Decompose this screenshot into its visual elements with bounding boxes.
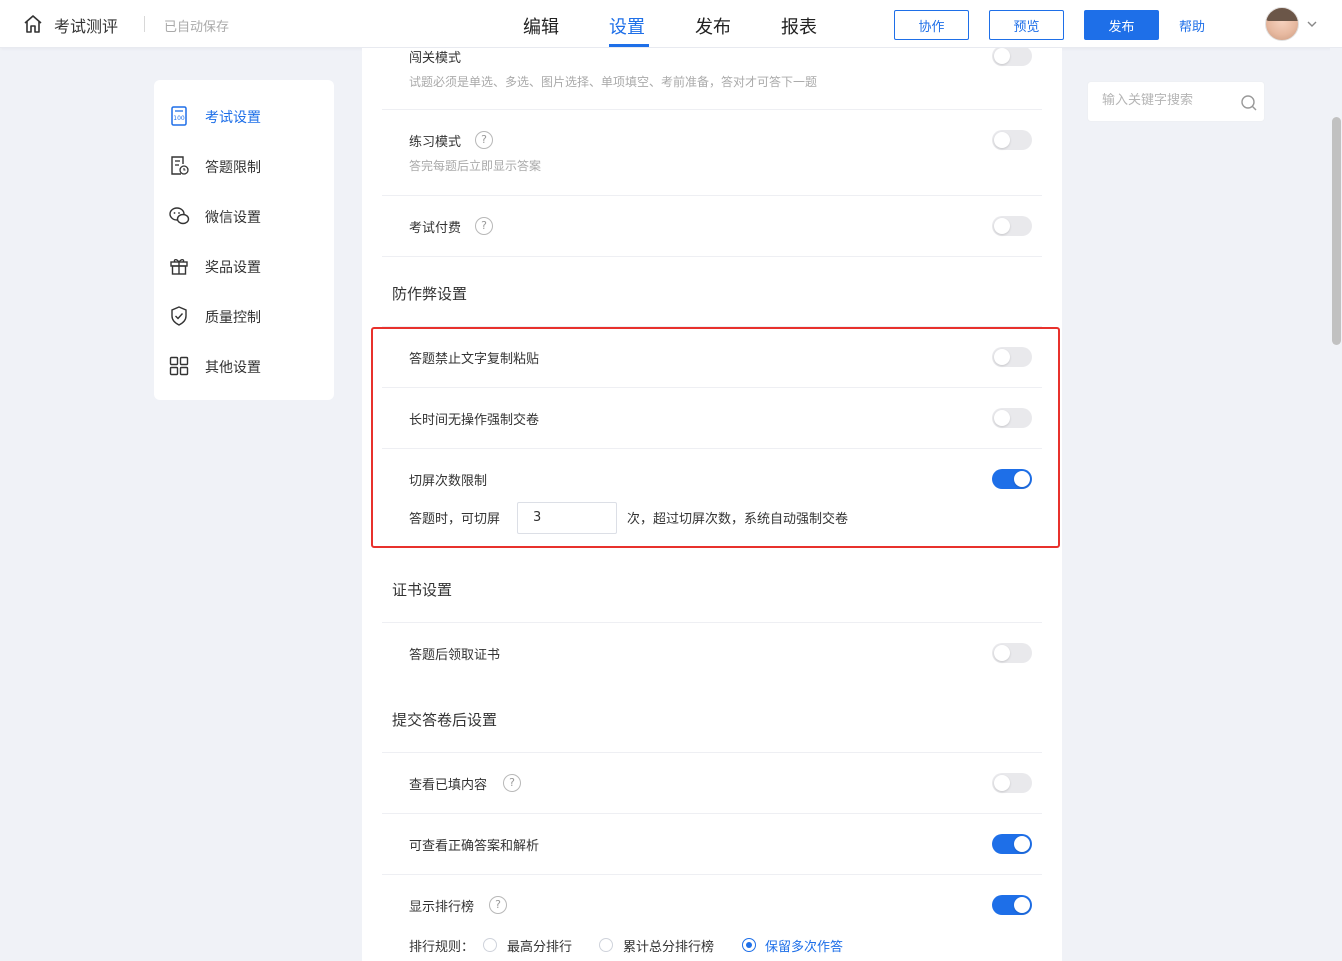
setting-label: 闯关模式: [409, 51, 462, 66]
setting-description: 试题必须是单选、多选、图片选择、单项填空、考前准备，答对才可答下一题: [409, 75, 818, 89]
top-bar: 考试测评 已自动保存 编辑 设置 发布 报表 协作 预览 发布 帮助: [0, 0, 1342, 48]
search-input[interactable]: [1102, 93, 1232, 108]
settings-panel: 闯关模式 试题必须是单选、多选、图片选择、单项填空、考前准备，答对才可答下一题 …: [362, 48, 1062, 961]
tab-settings[interactable]: 设置: [609, 13, 645, 39]
setting-label: 练习模式: [409, 135, 462, 150]
view-filled-toggle[interactable]: [992, 773, 1032, 793]
setting-label: 显示排行榜: [409, 900, 475, 915]
tab-publish[interactable]: 发布: [695, 13, 731, 39]
setting-label: 查看已填内容: [409, 778, 488, 793]
rank-option-highest-radio[interactable]: [483, 938, 497, 952]
setting-row-view-answers: 可查看正确答案和解析: [382, 814, 1042, 875]
svg-text:100: 100: [173, 115, 185, 122]
search-box: [1087, 81, 1265, 122]
highlight-annotation-box: [371, 327, 1060, 548]
exam-paper-icon: 100: [171, 106, 187, 126]
rank-option-label[interactable]: 累计总分排行榜: [623, 936, 714, 955]
sidebar-item-exam-settings[interactable]: 100 考试设置: [154, 95, 334, 135]
rank-rule-label: 排行规则：: [409, 940, 475, 955]
practice-mode-toggle[interactable]: [992, 130, 1032, 150]
rank-option-label[interactable]: 最高分排行: [507, 936, 572, 955]
sidebar-item-answer-limit[interactable]: 答题限制: [154, 145, 334, 185]
active-tab-indicator: [609, 44, 649, 47]
search-icon[interactable]: [1240, 94, 1258, 112]
setting-label: 答题后领取证书: [409, 648, 501, 663]
sidebar-item-quality[interactable]: 质量控制: [154, 295, 334, 335]
settings-menu: 100 考试设置 答题限制 微信设置 奖品设置 质量控制 其他设置: [154, 80, 334, 400]
setting-row-practice-mode: 练习模式 ? 答完每题后立即显示答案: [382, 110, 1042, 196]
sidebar-item-wechat[interactable]: 微信设置: [154, 195, 334, 235]
certificate-toggle[interactable]: [992, 643, 1032, 663]
sidebar-item-label: 微信设置: [205, 210, 261, 226]
sidebar-item-label: 其他设置: [205, 360, 261, 376]
publish-button[interactable]: 发布: [1084, 10, 1159, 40]
setting-row-level-mode: 闯关模式 试题必须是单选、多选、图片选择、单项填空、考前准备，答对才可答下一题: [382, 48, 1042, 110]
shield-icon: [171, 306, 187, 326]
help-question-icon[interactable]: ?: [489, 896, 507, 914]
grid-apps-icon: [169, 356, 189, 376]
collaborate-button[interactable]: 协作: [894, 10, 969, 40]
wechat-icon: [169, 207, 190, 225]
app-title: 考试测评: [54, 17, 119, 36]
setting-description: 答完每题后立即显示答案: [409, 159, 542, 173]
sidebar-item-prizes[interactable]: 奖品设置: [154, 245, 334, 285]
section-title-after-submit: 提交答卷后设置: [392, 711, 498, 729]
sidebar-item-label: 考试设置: [205, 110, 261, 126]
help-link[interactable]: 帮助: [1179, 16, 1205, 35]
rank-option-cumulative-radio[interactable]: [599, 938, 613, 952]
rank-option-label[interactable]: 保留多次作答: [765, 936, 843, 955]
help-question-icon[interactable]: ?: [503, 774, 521, 792]
rank-option-multiple-radio[interactable]: [742, 938, 756, 952]
sidebar-item-label: 质量控制: [205, 310, 261, 326]
answer-limit-icon: [171, 156, 189, 175]
tab-edit[interactable]: 编辑: [523, 13, 559, 39]
sidebar-item-label: 答题限制: [205, 160, 261, 176]
scrollbar-thumb[interactable]: [1332, 117, 1341, 345]
setting-label: 可查看正确答案和解析: [409, 839, 540, 854]
setting-row-view-filled: 查看已填内容 ?: [382, 753, 1042, 814]
view-answers-toggle[interactable]: [992, 834, 1032, 854]
leaderboard-toggle[interactable]: [992, 895, 1032, 915]
setting-row-exam-fee: 考试付费 ?: [382, 196, 1042, 257]
setting-label: 考试付费: [409, 221, 462, 236]
section-title-anti-cheat: 防作弊设置: [392, 285, 468, 303]
section-title-certificate: 证书设置: [392, 581, 453, 599]
avatar[interactable]: [1265, 7, 1299, 41]
title-divider: [144, 16, 145, 32]
home-icon[interactable]: [22, 13, 44, 35]
setting-row-certificate: 答题后领取证书: [382, 623, 1042, 676]
help-question-icon[interactable]: ?: [475, 131, 493, 149]
sidebar-item-other[interactable]: 其他设置: [154, 345, 334, 385]
preview-button[interactable]: 预览: [989, 10, 1064, 40]
gift-icon: [170, 259, 188, 275]
level-mode-toggle[interactable]: [992, 48, 1032, 66]
exam-fee-toggle[interactable]: [992, 216, 1032, 236]
chevron-down-icon[interactable]: [1305, 17, 1319, 31]
help-question-icon[interactable]: ?: [475, 217, 493, 235]
tab-report[interactable]: 报表: [781, 13, 817, 39]
autosave-status: 已自动保存: [164, 20, 230, 35]
sidebar-item-label: 奖品设置: [205, 260, 261, 276]
